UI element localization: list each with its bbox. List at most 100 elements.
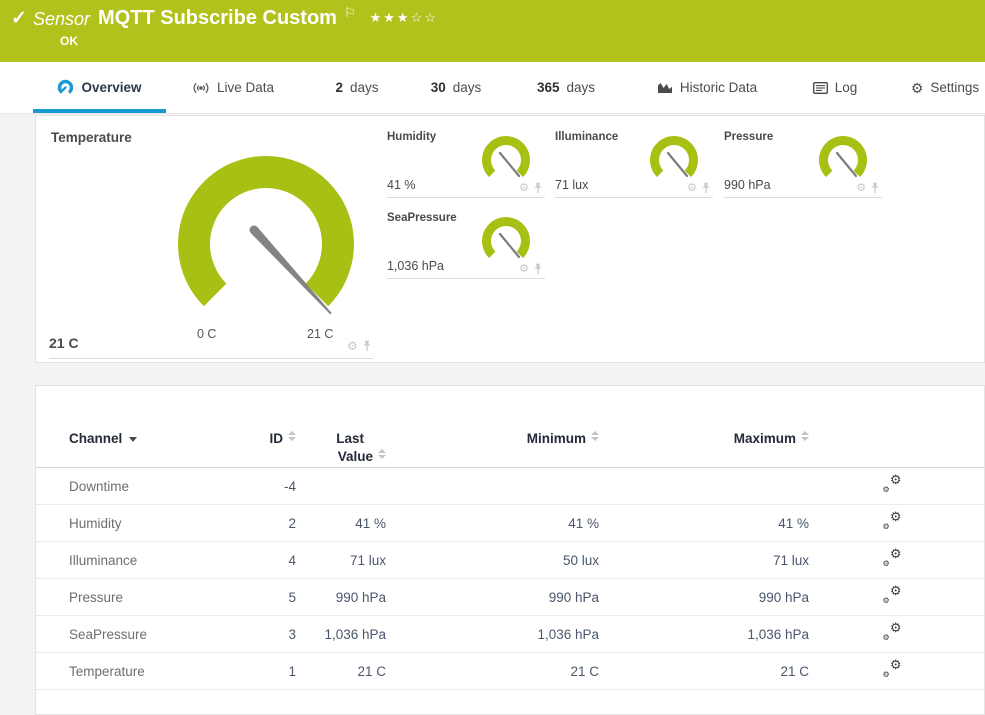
tab-label: Historic Data (680, 80, 757, 95)
mini-gauge-seapressure[interactable]: SeaPressure 1,036 hPa ⚙ (387, 209, 545, 279)
object-kind-label: Sensor (33, 6, 90, 30)
area-chart-icon (657, 81, 673, 94)
channel-id: 4 (229, 553, 296, 568)
priority-flag-icon[interactable]: ⚐ (344, 5, 356, 21)
sensor-title-row: Sensor MQTT Subscribe Custom ⚐ ★★★☆☆ (33, 6, 438, 30)
gauge-value: 990 hPa (724, 178, 771, 192)
tab-30-days[interactable]: 30 days (423, 62, 489, 113)
gauge-title: Humidity (387, 131, 436, 143)
channel-gear-icon[interactable]: ⚙ (687, 183, 697, 194)
last-value: 71 lux (296, 553, 386, 568)
tab-overview[interactable]: Overview (33, 62, 166, 113)
tab-label: days (567, 80, 596, 95)
channel-id: 5 (229, 590, 296, 605)
column-header-last-value[interactable]: LastValue (296, 430, 386, 466)
mini-gauge-illuminance[interactable]: Illuminance 71 lux ⚙ (555, 128, 713, 198)
max-value: 21 C (599, 664, 809, 679)
last-value: 41 % (296, 516, 386, 531)
table-row: Illuminance 4 71 lux 50 lux 71 lux ⚙⚙ (36, 542, 984, 579)
channel-name: Temperature (69, 664, 229, 679)
gear-icon: ⚙ (911, 81, 924, 95)
gauge-scale-min: 0 C (197, 327, 216, 341)
column-header-minimum[interactable]: Minimum (386, 430, 599, 448)
channel-gear-icon[interactable]: ⚙ (856, 183, 866, 194)
channel-settings-icon[interactable]: ⚙⚙ (883, 476, 902, 493)
channel-settings-icon[interactable]: ⚙⚙ (883, 513, 902, 530)
gauge-value: 71 lux (555, 178, 588, 192)
channel-settings-icon[interactable]: ⚙⚙ (883, 624, 902, 641)
gauge-value: 41 % (387, 178, 416, 192)
gauge-value: 21 C (49, 335, 79, 351)
column-header-channel[interactable]: Channel (69, 430, 229, 448)
sensor-header: ✓ Sensor MQTT Subscribe Custom ⚐ ★★★☆☆ O… (0, 0, 985, 62)
stars-filled: ★★★ (370, 10, 411, 25)
tab-number: 2 (335, 80, 343, 95)
tab-historic-data[interactable]: Historic Data (645, 62, 769, 113)
priority-stars[interactable]: ★★★☆☆ (370, 10, 438, 26)
tab-label: days (453, 80, 482, 95)
pin-icon[interactable] (533, 182, 543, 194)
min-value: 1,036 hPa (386, 627, 599, 642)
channel-name: Downtime (69, 479, 229, 494)
gauge-title: Pressure (724, 131, 773, 143)
channel-gear-icon[interactable]: ⚙ (519, 183, 529, 194)
last-value: 990 hPa (296, 590, 386, 605)
tab-365-days[interactable]: 365 days (528, 62, 604, 113)
sort-icon (288, 431, 296, 441)
tab-label: Log (835, 80, 858, 95)
status-ok-check-icon: ✓ (11, 7, 27, 30)
max-value: 990 hPa (599, 590, 809, 605)
column-header-maximum[interactable]: Maximum (599, 430, 809, 448)
sort-icon (378, 449, 386, 459)
live-signal-icon (192, 81, 210, 95)
column-header-id[interactable]: ID (229, 430, 296, 448)
channel-name: Illuminance (69, 553, 229, 568)
min-value: 50 lux (386, 553, 599, 568)
max-value: 41 % (599, 516, 809, 531)
table-row: Temperature 1 21 C 21 C 21 C ⚙⚙ (36, 653, 984, 690)
channel-settings-icon[interactable]: ⚙⚙ (883, 587, 902, 604)
table-header-row: Channel ID LastValue Minimum Maximum (36, 386, 984, 468)
pin-icon[interactable] (533, 263, 543, 275)
mini-gauge-humidity[interactable]: Humidity 41 % ⚙ (387, 128, 545, 198)
min-value: 41 % (386, 516, 599, 531)
tab-label: Overview (81, 80, 141, 95)
mini-gauge-pressure[interactable]: Pressure 990 hPa ⚙ (724, 128, 882, 198)
tab-number: 30 (431, 80, 446, 95)
log-list-icon (813, 82, 828, 94)
pin-icon[interactable] (362, 340, 372, 352)
pin-icon[interactable] (870, 182, 880, 194)
gauges-panel: Temperature 0 C 21 C 21 C ⚙ Humidity 41 … (35, 115, 985, 363)
channel-gear-icon[interactable]: ⚙ (519, 264, 529, 275)
tab-2-days[interactable]: 2 days (328, 62, 386, 113)
primary-gauge-temperature[interactable]: Temperature 0 C 21 C 21 C ⚙ (49, 116, 373, 359)
gauge-title: Illuminance (555, 131, 618, 143)
temperature-gauge (166, 152, 366, 332)
gauge-value: 1,036 hPa (387, 259, 444, 273)
pin-icon[interactable] (701, 182, 711, 194)
table-row: Pressure 5 990 hPa 990 hPa 990 hPa ⚙⚙ (36, 579, 984, 616)
channel-settings-icon[interactable]: ⚙⚙ (883, 661, 902, 678)
tab-settings[interactable]: ⚙ Settings (905, 62, 985, 113)
stars-empty: ☆☆ (411, 10, 438, 25)
gauge-icon (57, 79, 74, 96)
table-row: SeaPressure 3 1,036 hPa 1,036 hPa 1,036 … (36, 616, 984, 653)
tab-label: Live Data (217, 80, 274, 95)
max-value: 71 lux (599, 553, 809, 568)
channel-id: -4 (229, 479, 296, 494)
min-value: 990 hPa (386, 590, 599, 605)
gauge-title: Temperature (51, 130, 132, 145)
tab-log[interactable]: Log (806, 62, 864, 113)
table-row: Humidity 2 41 % 41 % 41 % ⚙⚙ (36, 505, 984, 542)
channel-settings-icon[interactable]: ⚙⚙ (883, 550, 902, 567)
sort-desc-icon (129, 437, 137, 442)
channel-id: 2 (229, 516, 296, 531)
sort-icon (801, 431, 809, 441)
gauge-scale-max: 21 C (307, 327, 333, 341)
table-row: Downtime -4 ⚙⚙ (36, 468, 984, 505)
tab-live-data[interactable]: Live Data (183, 62, 283, 113)
min-value: 21 C (386, 664, 599, 679)
channel-gear-icon[interactable]: ⚙ (347, 340, 358, 352)
sort-icon (591, 431, 599, 441)
gauge-title: SeaPressure (387, 212, 457, 224)
